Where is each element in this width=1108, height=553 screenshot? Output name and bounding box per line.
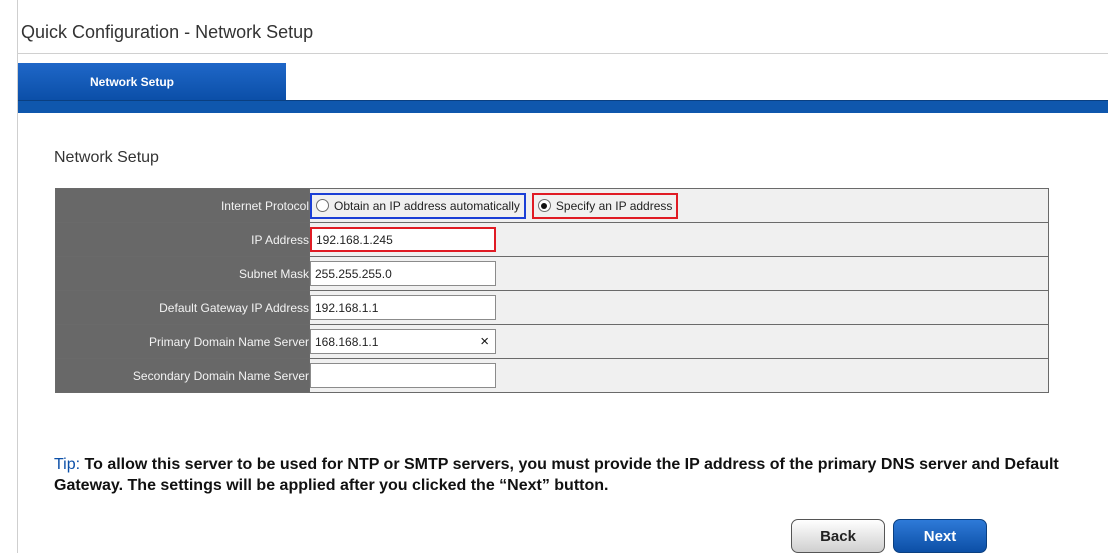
subnet-mask-input[interactable]: 255.255.255.0	[310, 261, 496, 286]
title-divider	[17, 53, 1108, 54]
radio-specify-ip[interactable]: Specify an IP address	[531, 192, 679, 219]
row-default-gateway: Default Gateway IP Address 192.168.1.1	[55, 290, 1049, 325]
section-title: Network Setup	[54, 149, 159, 166]
primary-dns-label: Primary Domain Name Server	[55, 324, 310, 359]
page-title: Quick Configuration - Network Setup	[21, 22, 314, 42]
radio-specify-ip-label: Specify an IP address	[555, 198, 673, 213]
network-setup-form: Internet Protocol Obtain an IP address a…	[55, 188, 1049, 393]
secondary-dns-label: Secondary Domain Name Server	[55, 358, 310, 393]
tip-text-block: Tip: To allow this server to be used for…	[54, 454, 1064, 496]
ip-address-input[interactable]: 192.168.1.245	[310, 227, 496, 252]
radio-obtain-automatically-label: Obtain an IP address automatically	[334, 198, 520, 213]
row-ip-address: IP Address 192.168.1.245	[55, 222, 1049, 257]
row-subnet-mask: Subnet Mask 255.255.255.0	[55, 256, 1049, 291]
tab-bar	[18, 100, 1108, 113]
internet-protocol-label: Internet Protocol	[55, 188, 310, 223]
radio-obtain-automatically[interactable]: Obtain an IP address automatically	[310, 192, 526, 219]
secondary-dns-input[interactable]	[310, 363, 496, 388]
radio-checked-icon	[537, 199, 551, 212]
default-gateway-label: Default Gateway IP Address	[55, 290, 310, 325]
row-secondary-dns: Secondary Domain Name Server	[55, 358, 1049, 393]
next-button[interactable]: Next	[893, 519, 987, 553]
radio-unchecked-icon	[316, 199, 329, 212]
tab-network-setup[interactable]: Network Setup	[18, 63, 286, 100]
row-primary-dns: Primary Domain Name Server 168.168.1.1 ×	[55, 324, 1049, 359]
internet-protocol-radio-group: Obtain an IP address automatically Speci…	[310, 189, 1048, 222]
back-button[interactable]: Back	[791, 519, 885, 553]
tip-label: Tip:	[54, 456, 81, 473]
ip-address-label: IP Address	[55, 222, 310, 257]
primary-dns-input[interactable]: 168.168.1.1 ×	[310, 329, 496, 354]
tip-text: To allow this server to be used for NTP …	[54, 456, 1059, 494]
subnet-mask-label: Subnet Mask	[55, 256, 310, 291]
default-gateway-input[interactable]: 192.168.1.1	[310, 295, 496, 320]
row-internet-protocol: Internet Protocol Obtain an IP address a…	[55, 188, 1049, 223]
clear-icon[interactable]: ×	[480, 333, 491, 350]
